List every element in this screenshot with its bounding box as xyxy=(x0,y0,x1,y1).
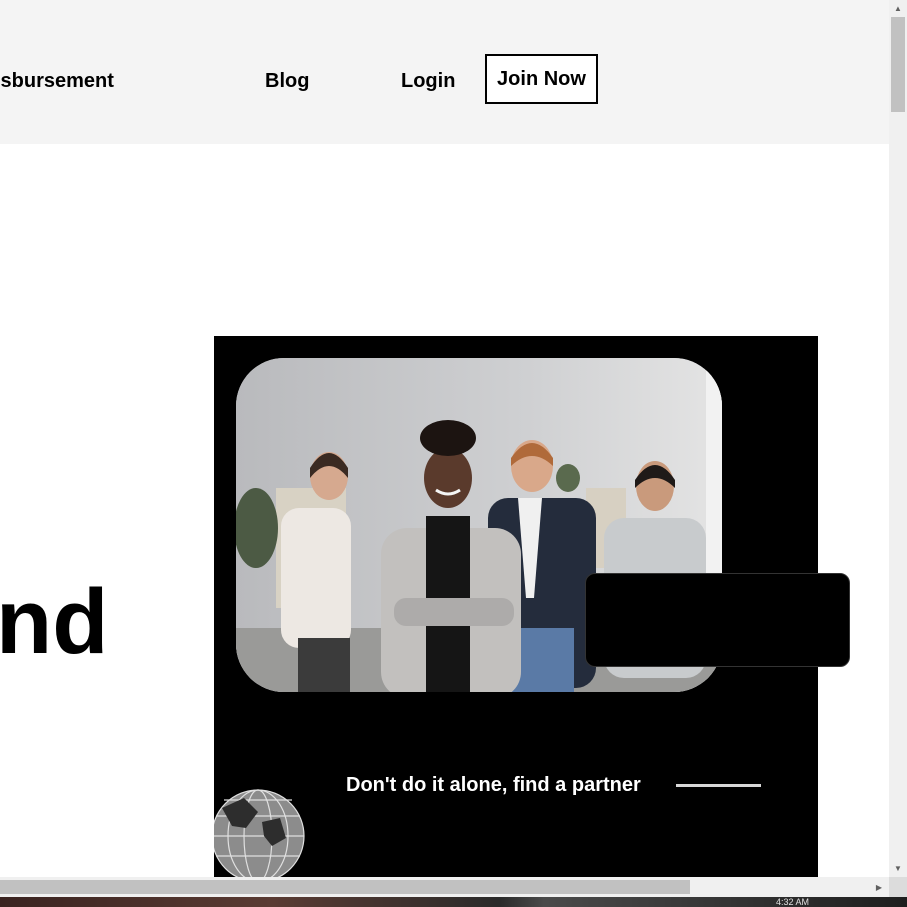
nav-disbursement-link[interactable]: isbursement xyxy=(0,70,114,92)
taskbar: 4:32 AM xyxy=(0,897,907,907)
partner-tagline: Don't do it alone, find a partner xyxy=(346,774,641,796)
scroll-right-icon[interactable]: ▶ xyxy=(869,877,889,897)
tagline-divider xyxy=(676,784,761,787)
scrollbar-corner xyxy=(889,877,907,897)
taskbar-clock: 4:32 AM xyxy=(776,897,810,907)
join-now-button[interactable]: Join Now xyxy=(485,54,598,104)
globe-icon xyxy=(214,789,305,877)
nav-login-link[interactable]: Login xyxy=(401,70,455,92)
site-header: isbursement Blog Login Join Now xyxy=(0,0,889,144)
overlay-panel xyxy=(585,573,850,667)
vertical-scrollbar[interactable]: ▲ ▼ xyxy=(889,0,907,877)
horizontal-scroll-thumb[interactable] xyxy=(0,880,690,894)
vertical-scroll-thumb[interactable] xyxy=(891,17,905,112)
page-viewport: isbursement Blog Login Join Now l nd xyxy=(0,0,889,877)
scroll-up-icon[interactable]: ▲ xyxy=(889,0,907,17)
scroll-down-icon[interactable]: ▼ xyxy=(889,860,907,877)
horizontal-scrollbar[interactable]: ▶ xyxy=(0,877,889,897)
hero-headline-line-2: nd xyxy=(0,571,109,673)
nav-blog-link[interactable]: Blog xyxy=(265,70,309,92)
